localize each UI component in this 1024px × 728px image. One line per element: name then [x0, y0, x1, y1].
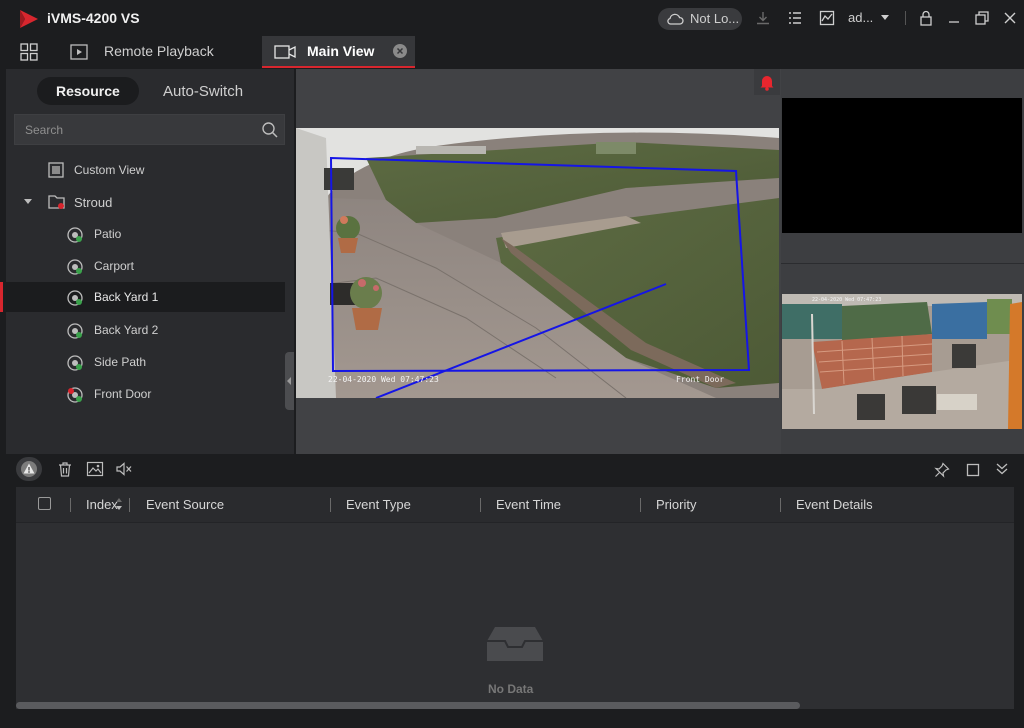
feed-secondary-osd: 22-04-2020 Wed 07:47:23: [812, 297, 881, 303]
column-separator: [780, 498, 781, 512]
titlebar-divider: [905, 11, 906, 25]
status-strip: [0, 712, 1024, 728]
camera-online-icon: [67, 290, 83, 306]
tree-item-label: Carport: [94, 259, 135, 273]
login-status-label: Not Lo...: [690, 11, 740, 26]
tree-item-label: Front Door: [94, 387, 152, 401]
trash-icon[interactable]: [57, 461, 73, 478]
sort-icon[interactable]: [115, 496, 123, 512]
tree-item-camera-selected[interactable]: Back Yard 1: [0, 282, 285, 312]
camera-recording-icon: [67, 387, 83, 403]
search-placeholder: Search: [25, 123, 64, 137]
tree-group-stroud[interactable]: Stroud: [6, 187, 285, 217]
segment-resource-button[interactable]: Resource: [37, 77, 139, 105]
event-toolbar: [6, 454, 1024, 484]
minimize-icon[interactable]: [946, 10, 962, 26]
camera-online-icon: [67, 227, 83, 243]
tree-item-label: Side Path: [94, 355, 147, 369]
panel-collapse-handle[interactable]: [285, 352, 294, 410]
app-logo-icon: [18, 8, 40, 30]
tree-item-camera[interactable]: Back Yard 2: [6, 315, 285, 345]
collapse-down-icon[interactable]: [995, 462, 1009, 476]
close-icon[interactable]: [1002, 10, 1018, 26]
title-bar: iVMS-4200 VS Not Lo... ad...: [0, 0, 1024, 36]
tree-item-custom-view[interactable]: Custom View: [6, 155, 285, 185]
camera-online-icon: [67, 355, 83, 371]
column-header-event-time[interactable]: Event Time: [496, 497, 561, 512]
camera-online-icon: [67, 259, 83, 275]
panel-segment-control: Resource Auto-Switch: [37, 77, 267, 105]
tree-item-label: Back Yard 2: [94, 323, 159, 337]
column-header-event-source[interactable]: Event Source: [146, 497, 224, 512]
camera-online-icon: [67, 323, 83, 339]
column-separator: [70, 498, 71, 512]
search-input[interactable]: Search: [14, 114, 285, 145]
lock-icon[interactable]: [918, 10, 934, 26]
tree-item-camera[interactable]: Patio: [6, 219, 285, 249]
tree-item-label: Patio: [94, 227, 122, 241]
column-separator: [129, 498, 130, 512]
feed-timestamp: 22-04-2020 Wed 07:47:23: [328, 375, 439, 384]
cloud-icon: [667, 13, 684, 25]
column-header-index[interactable]: Index: [86, 497, 118, 512]
mute-icon[interactable]: [115, 461, 133, 477]
custom-view-icon: [48, 162, 64, 178]
tab-main-view-label: Main View: [307, 43, 375, 59]
empty-inbox-icon: [487, 627, 543, 661]
segment-resource-label: Resource: [56, 83, 120, 99]
resource-panel: Resource Auto-Switch Search Custom View …: [0, 69, 294, 454]
table-header: Index Event Source Event Type Event Time…: [16, 487, 1014, 523]
video-feed-main[interactable]: 22-04-2020 Wed 07:47:23 Front Door: [296, 128, 779, 398]
tree-item-camera[interactable]: Carport: [6, 251, 285, 281]
download-icon[interactable]: [755, 10, 771, 26]
task-list-icon[interactable]: [787, 10, 803, 26]
tab-bar: Remote Playback Main View: [0, 36, 1024, 68]
tree-item-camera[interactable]: Side Path: [6, 347, 285, 377]
video-camera-icon: [274, 45, 296, 59]
user-menu-label[interactable]: ad...: [848, 10, 873, 25]
horizontal-scrollbar[interactable]: [16, 702, 800, 709]
tree-group-label: Stroud: [74, 195, 113, 210]
tab-main-view[interactable]: Main View: [262, 36, 415, 68]
column-header-event-details[interactable]: Event Details: [796, 497, 873, 512]
chevron-down-icon[interactable]: [880, 14, 890, 22]
pin-icon[interactable]: [934, 462, 950, 478]
folder-icon: [48, 195, 65, 209]
app-title: iVMS-4200 VS: [47, 10, 140, 26]
column-header-event-type[interactable]: Event Type: [346, 497, 411, 512]
tree-item-label: Back Yard 1: [94, 290, 159, 304]
tab-remote-playback-label: Remote Playback: [104, 43, 214, 59]
restore-icon[interactable]: [974, 10, 990, 26]
column-separator: [480, 498, 481, 512]
empty-state-label: No Data: [488, 682, 534, 696]
maximize-icon[interactable]: [966, 463, 980, 477]
module-grid-icon[interactable]: [20, 43, 38, 61]
warning-icon: [21, 461, 37, 477]
login-status-button[interactable]: Not Lo...: [658, 8, 742, 30]
select-all-checkbox[interactable]: [38, 497, 51, 510]
monitor-icon[interactable]: [819, 10, 835, 26]
window-divider: [781, 263, 1024, 264]
column-header-priority[interactable]: Priority: [656, 497, 696, 512]
playback-icon: [70, 44, 88, 60]
video-feed-empty[interactable]: [782, 98, 1022, 233]
bell-icon: [760, 76, 774, 91]
tree-item-label: Custom View: [74, 163, 145, 177]
selection-indicator: [0, 282, 3, 312]
video-feed-secondary[interactable]: 22-04-2020 Wed 07:47:23: [782, 294, 1022, 429]
tree-item-camera[interactable]: Front Door: [6, 379, 285, 409]
column-separator: [640, 498, 641, 512]
image-icon[interactable]: [86, 461, 104, 477]
tab-close-icon[interactable]: [393, 44, 407, 58]
feed-camera-name: Front Door: [676, 375, 724, 384]
expand-arrow-icon[interactable]: [23, 198, 33, 206]
alarm-bell-button[interactable]: [754, 69, 780, 95]
column-separator: [330, 498, 331, 512]
search-icon[interactable]: [261, 121, 279, 139]
alarm-warning-button[interactable]: [16, 457, 42, 481]
segment-auto-switch-button[interactable]: Auto-Switch: [163, 83, 243, 100]
event-table: Index Event Source Event Type Event Time…: [16, 487, 1014, 709]
table-body: No Data: [16, 523, 1014, 709]
tab-remote-playback[interactable]: Remote Playback: [62, 36, 252, 68]
